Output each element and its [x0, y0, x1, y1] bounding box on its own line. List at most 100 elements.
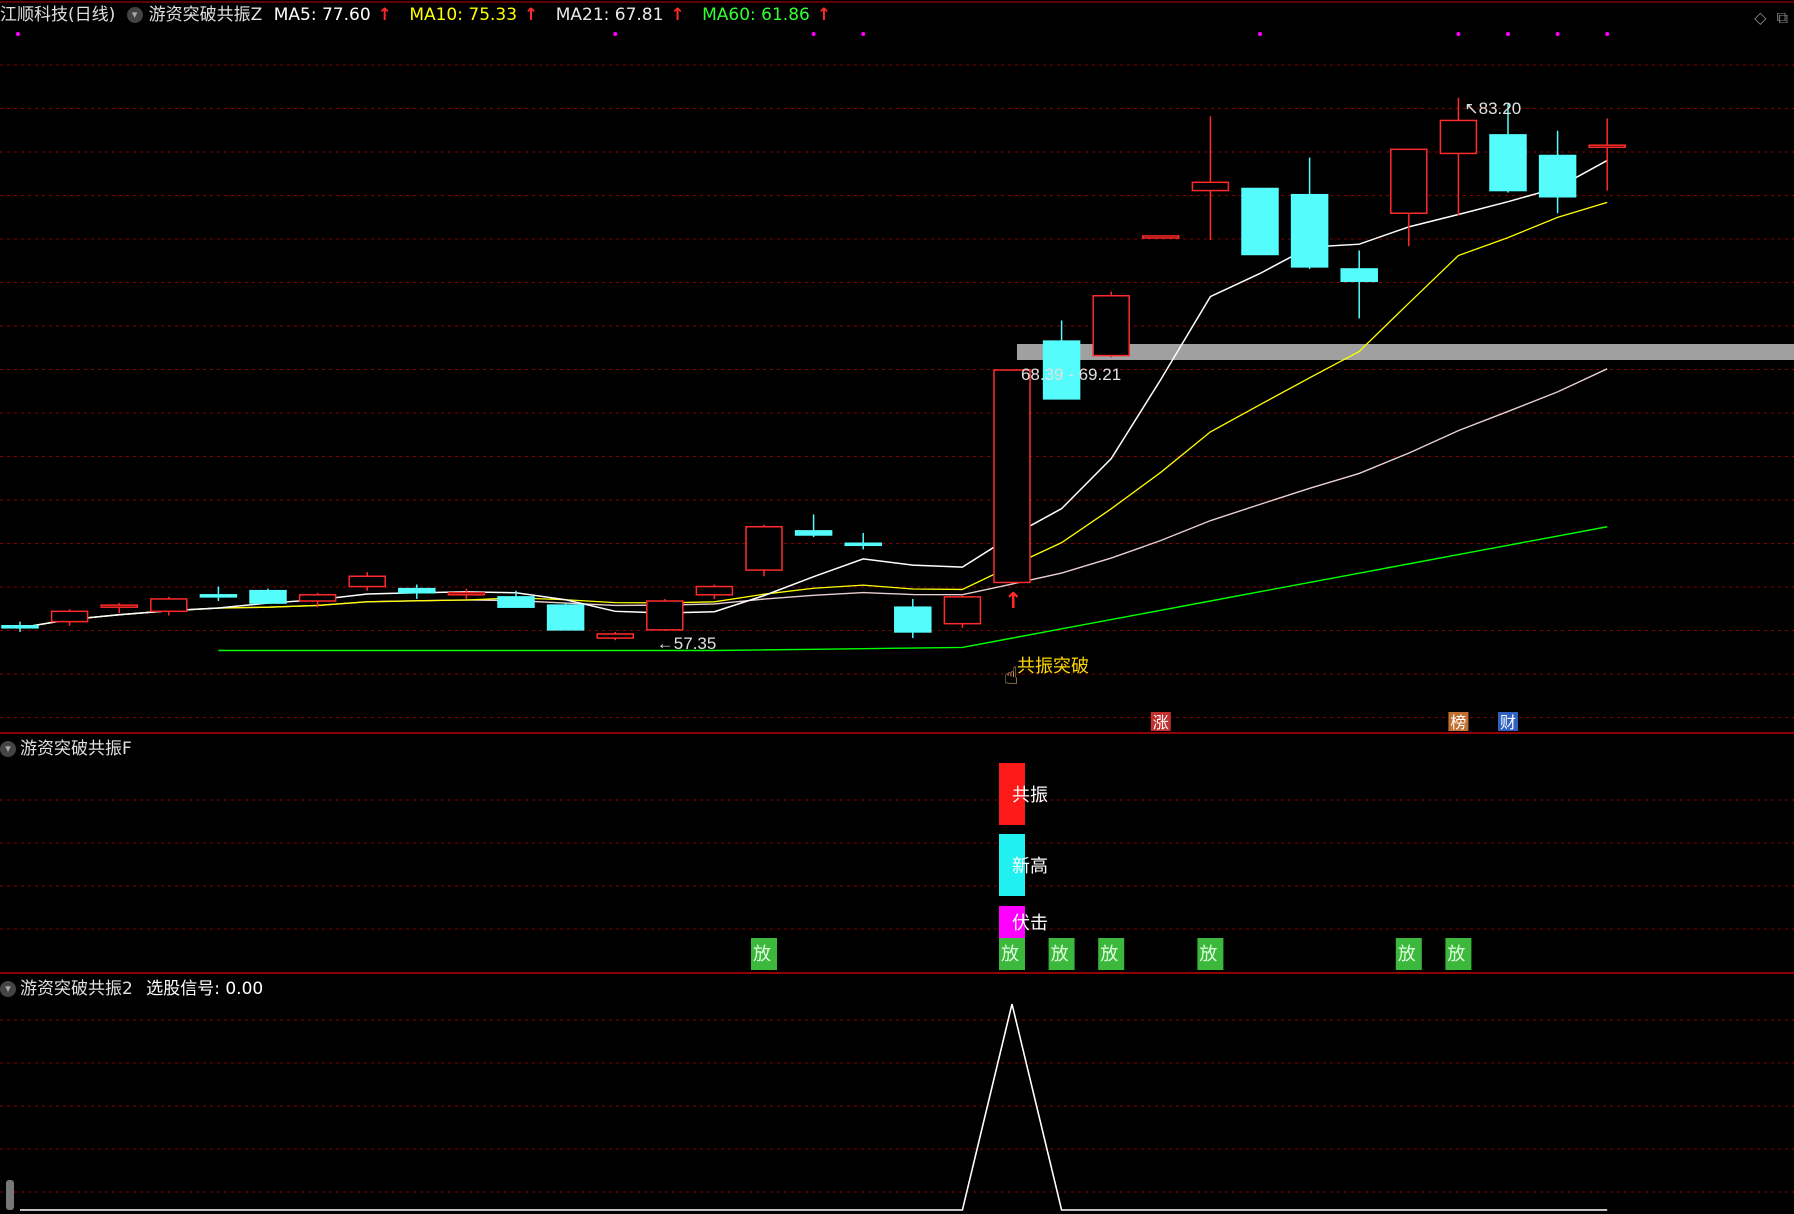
candle-body: [794, 530, 833, 536]
candle-body: [943, 596, 982, 625]
candle: [1142, 235, 1180, 239]
volume-signal-text: 放: [1447, 944, 1465, 965]
candle-body: [646, 600, 684, 631]
candle-body: [894, 606, 932, 633]
candle: [1042, 320, 1081, 400]
candle: [50, 609, 89, 626]
candle: [695, 584, 734, 599]
top-marker-dot: [1258, 32, 1262, 36]
candle: [150, 596, 188, 616]
candle: [199, 586, 238, 601]
candle-body: [100, 604, 138, 608]
candle-body: [50, 610, 89, 623]
volume-signal-bar: 放: [1098, 938, 1125, 970]
ma5-line: [19, 159, 1608, 629]
candle: [894, 598, 932, 639]
top-marker-dot: [1555, 32, 1560, 36]
scroll-handle[interactable]: [6, 1180, 14, 1210]
signal-box-label: 共振: [1012, 785, 1048, 806]
candle: [1092, 291, 1130, 358]
volume-signal-text: 放: [753, 944, 771, 965]
event-tag: 榜: [1448, 712, 1469, 732]
hand-pointer-icon: ☝: [1004, 662, 1019, 690]
candle: [1191, 116, 1230, 241]
candle-body: [447, 592, 486, 596]
support-zone-label: 68.39 - 69.21: [1021, 365, 1121, 384]
candle-body: [497, 596, 535, 608]
high-price-label: ↖83.20: [1464, 99, 1521, 118]
candle-body: [745, 526, 783, 571]
volume-signal-bar: 放: [1197, 938, 1224, 970]
candle-body: [398, 587, 436, 594]
candle: [348, 572, 386, 591]
top-marker-dot: [811, 32, 816, 36]
volume-signal-text: 放: [1051, 944, 1069, 965]
candle: [1290, 157, 1329, 269]
stock-signal-line: [20, 1003, 1608, 1211]
candle-body: [993, 369, 1031, 584]
volume-signal-bar: 放: [999, 938, 1025, 970]
signal-panel: 共振新高伏击放 放 放 放 放 放 放: [751, 763, 1472, 970]
volume-signal-text: 放: [1001, 944, 1019, 965]
candle: [1588, 118, 1626, 191]
candle: [1340, 250, 1378, 319]
event-tag-text: 榜: [1450, 713, 1466, 732]
candle: [794, 514, 833, 538]
candle-body: [150, 598, 188, 613]
event-tag: 财: [1498, 712, 1518, 732]
candle-body: [695, 585, 734, 596]
volume-signal-bar: 放: [1048, 938, 1075, 970]
candle: [646, 598, 684, 631]
candle-body: [1588, 144, 1626, 148]
candle-body: [844, 542, 882, 547]
volume-signal-bar: 放: [1445, 938, 1472, 970]
candle-body: [199, 594, 238, 598]
candle-body: [1439, 119, 1478, 155]
signal-box: 新高: [999, 834, 1048, 896]
candle: [993, 369, 1031, 584]
candle-body: [1538, 154, 1577, 198]
candle-body: [1390, 148, 1428, 214]
candle-body: [1142, 235, 1180, 239]
candle: [596, 631, 634, 641]
candle: [943, 594, 982, 628]
candle-body: [1191, 181, 1230, 192]
candle: [100, 603, 138, 614]
event-tag-text: 涨: [1153, 713, 1169, 732]
top-marker-dot: [861, 32, 866, 36]
candle-body: [1489, 134, 1527, 192]
candle: [1241, 187, 1279, 256]
candle-body: [1, 625, 39, 629]
candle: [1538, 130, 1577, 214]
signal-box-label: 新高: [1012, 856, 1048, 877]
candle-body: [298, 594, 337, 602]
candle: [546, 603, 585, 631]
top-marker-dot: [613, 32, 618, 36]
low-price-label: ←57.35: [657, 634, 717, 653]
volume-signal-text: 放: [1398, 944, 1416, 965]
top-marker-dot: [1456, 32, 1461, 36]
candle-body: [1241, 187, 1279, 256]
candle-body: [596, 633, 634, 639]
candle-body: [1290, 193, 1329, 268]
ma10-line: [19, 201, 1608, 629]
support-zone-band: [1016, 344, 1794, 360]
signal-box-label: 伏击: [1012, 913, 1048, 934]
breakout-signal-label: 共振突破: [1017, 656, 1089, 676]
volume-signal-text: 放: [1199, 944, 1217, 965]
event-tag: 涨: [1150, 712, 1171, 732]
candle: [249, 588, 287, 604]
volume-signal-text: 放: [1100, 944, 1118, 965]
candle-body: [1092, 295, 1130, 357]
candle-body: [1340, 268, 1378, 283]
kline-chart[interactable]: ↖83.20 ←57.35 68.39 - 69.21 共振突破涨 榜 财 ↑ ☝ 共振新高伏击…: [0, 0, 1794, 1214]
top-marker-dot: [16, 32, 20, 36]
top-marker-dot: [1605, 32, 1610, 36]
breakout-arrow-icon: ↑: [1004, 589, 1022, 614]
candle: [447, 588, 486, 599]
candle-body: [348, 575, 386, 588]
top-marker-dot: [1506, 32, 1510, 36]
signal-box: 伏击: [999, 906, 1048, 938]
candle-body: [249, 589, 287, 604]
volume-signal-bar: 放: [751, 938, 777, 970]
